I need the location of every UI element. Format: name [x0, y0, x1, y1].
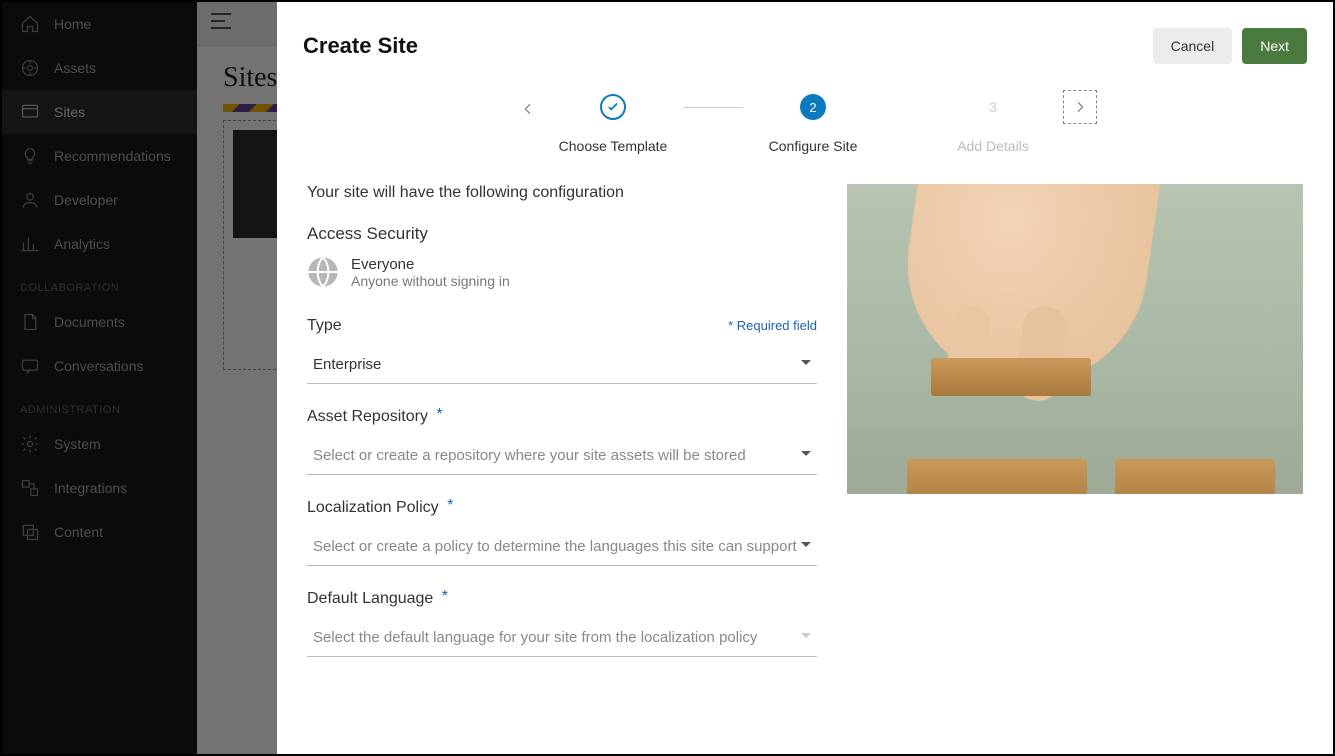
cancel-button[interactable]: Cancel — [1153, 28, 1233, 64]
next-button[interactable]: Next — [1242, 28, 1307, 64]
globe-icon — [307, 256, 339, 288]
caret-down-icon — [801, 355, 811, 373]
step-configure-site[interactable]: 2 Configure Site — [743, 94, 883, 154]
required-mark: * — [436, 406, 442, 423]
field-asset-repository: Asset Repository * Select or create a re… — [307, 408, 817, 475]
access-title: Everyone — [351, 256, 510, 273]
field-default-language: Default Language * Select the default la… — [307, 590, 817, 657]
step-label: Add Details — [957, 138, 1029, 154]
required-field-hint: * Required field — [728, 318, 817, 333]
step-next-button[interactable] — [1063, 90, 1097, 124]
step-connector — [683, 107, 743, 108]
lang-placeholder: Select the default language for your sit… — [313, 629, 757, 646]
step-number: 3 — [989, 94, 997, 120]
required-mark: * — [442, 588, 448, 605]
step-prev-button[interactable] — [513, 94, 543, 124]
type-value: Enterprise — [313, 356, 381, 373]
wizard-stepper: Choose Template 2 Configure Site 3 Add D… — [277, 94, 1333, 154]
create-site-modal: Create Site Cancel Next Choose Template … — [277, 2, 1333, 754]
check-icon — [600, 94, 626, 120]
caret-down-icon — [801, 537, 811, 555]
step-number-icon: 2 — [800, 94, 826, 120]
step-choose-template[interactable]: Choose Template — [543, 94, 683, 154]
required-mark: * — [447, 497, 453, 514]
lang-label: Default Language — [307, 590, 433, 607]
caret-down-icon — [801, 446, 811, 464]
type-label: Type — [307, 317, 342, 335]
step-label: Choose Template — [559, 138, 668, 154]
loc-label: Localization Policy — [307, 499, 439, 516]
caret-down-icon — [801, 628, 811, 646]
modal-backdrop — [2, 2, 277, 754]
access-security-value: Everyone Anyone without signing in — [307, 256, 817, 289]
loc-placeholder: Select or create a policy to determine t… — [313, 538, 797, 555]
step-add-details: 3 Add Details — [923, 94, 1063, 154]
type-select[interactable]: Enterprise — [307, 345, 817, 384]
field-type: Type * Required field Enterprise — [307, 317, 817, 384]
access-security-heading: Access Security — [307, 224, 817, 244]
access-subtitle: Anyone without signing in — [351, 273, 510, 289]
field-localization-policy: Localization Policy * Select or create a… — [307, 499, 817, 566]
loc-select[interactable]: Select or create a policy to determine t… — [307, 527, 817, 566]
config-intro: Your site will have the following config… — [307, 184, 817, 202]
step-label: Configure Site — [769, 138, 858, 154]
repo-label: Asset Repository — [307, 408, 428, 425]
preview-image — [847, 184, 1303, 681]
repo-placeholder: Select or create a repository where your… — [313, 447, 746, 464]
modal-title: Create Site — [303, 33, 418, 59]
repo-select[interactable]: Select or create a repository where your… — [307, 436, 817, 475]
lang-select[interactable]: Select the default language for your sit… — [307, 618, 817, 657]
